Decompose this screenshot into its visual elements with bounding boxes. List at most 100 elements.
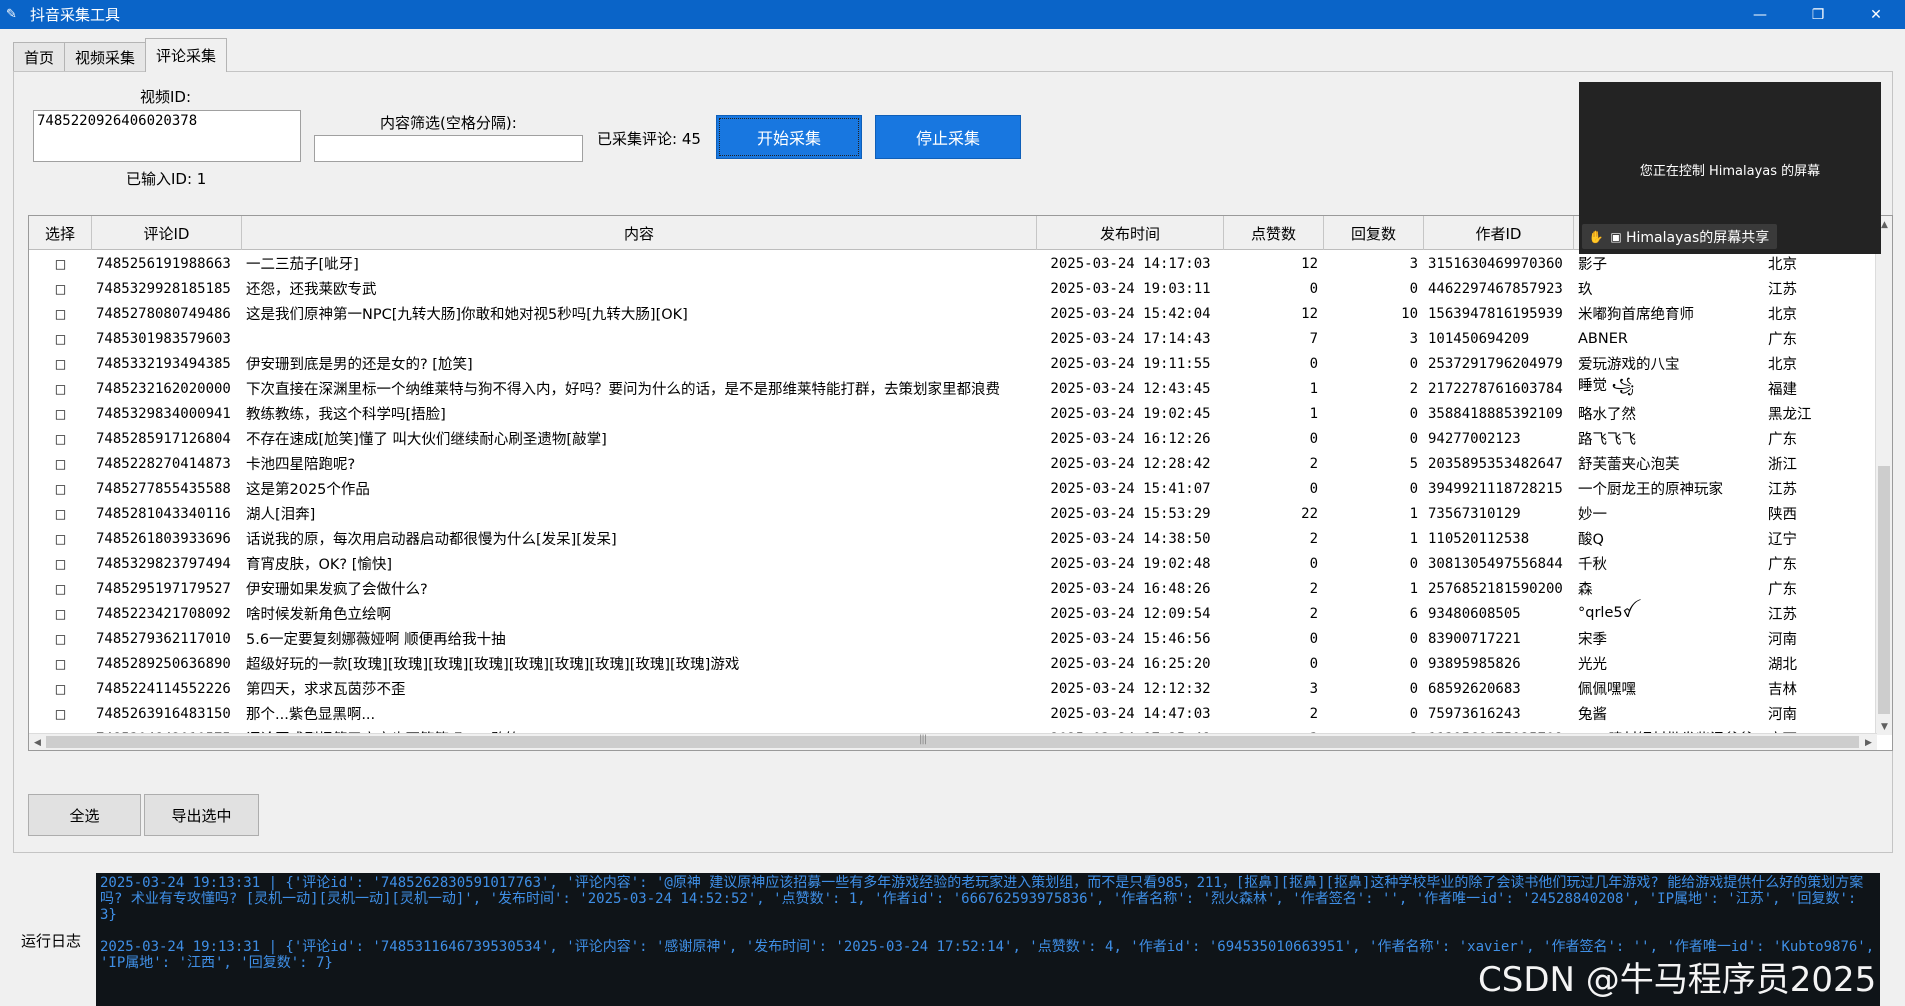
content-cell: 啥时候发新角色立绘啊	[246, 607, 391, 623]
tab-comment-collect[interactable]: 评论采集	[145, 38, 228, 72]
checkbox[interactable]: □	[29, 282, 92, 296]
table-row[interactable]: □ 7485223421708092 啥时候发新角色立绘啊 2025-03-24 12…	[29, 601, 1877, 626]
table-row[interactable]: □ 7485261803933696 话说我的原，每次用启动器启动都很慢为什么[发呆…	[29, 526, 1877, 551]
control-message: 您正在控制 Himalayas 的屏幕	[1639, 164, 1821, 179]
author-name-cell: 一个厨龙王的原神玩家	[1578, 482, 1723, 498]
col-select[interactable]: 选择	[29, 216, 92, 250]
replies-cell: 0	[1409, 680, 1418, 697]
likes-cell: 1	[1309, 380, 1318, 397]
filter-input[interactable]	[314, 135, 583, 162]
checkbox[interactable]: □	[29, 382, 92, 396]
likes-cell: 7	[1309, 330, 1318, 347]
col-likes[interactable]: 点赞数	[1224, 216, 1324, 250]
comment-id-cell: 7485285917126804	[96, 430, 231, 447]
table-row[interactable]: □ 7485278080749486 这是我们原神第一NPC[九转大肠]你敢和她对视…	[29, 301, 1877, 326]
tab-home[interactable]: 首页	[13, 42, 66, 72]
maximize-button[interactable]: ❐	[1789, 0, 1847, 29]
content-cell: 下次直接在深渊里标一个纳维莱特与狗不得入内，好吗？要问为什么的话，是不是那维莱特…	[246, 382, 1000, 398]
checkbox[interactable]: □	[29, 682, 92, 696]
vertical-scrollbar[interactable]: ▲ ▼	[1875, 216, 1892, 735]
table-row[interactable]: □ 7485295197179527 伊安珊如果发疯了会做什么? 2025-03-24…	[29, 576, 1877, 601]
table-row[interactable]: □ 7485285917126804 不存在速成[尬笑]懂了 叫大伙们继续耐心刷圣遗…	[29, 426, 1877, 451]
vertical-scroll-thumb[interactable]	[1878, 466, 1890, 714]
select-all-button[interactable]: 全选	[28, 794, 141, 836]
content-cell: 教练教练，我这个科学吗[捂脸]	[246, 407, 446, 423]
table-row[interactable]: □ 7485263916483150 那个...紫色显黑啊... 2025-03-24…	[29, 701, 1877, 726]
checkbox[interactable]: □	[29, 307, 92, 321]
checkbox[interactable]: □	[29, 457, 92, 471]
likes-cell: 12	[1301, 305, 1318, 322]
publish-time-cell: 2025-03-24 16:25:20	[1050, 655, 1211, 672]
horizontal-scrollbar[interactable]: ◀ ||| ▶	[29, 733, 1877, 750]
table-row[interactable]: □ 7485224114552226 第四天，求求瓦茵莎不歪 2025-03-24 1…	[29, 676, 1877, 701]
close-button[interactable]: ✕	[1847, 0, 1905, 29]
horizontal-scroll-thumb[interactable]	[46, 736, 1859, 748]
stop-collect-button[interactable]: 停止采集	[875, 115, 1021, 159]
ip-cell: 湖北	[1768, 657, 1797, 673]
start-collect-button[interactable]: 开始采集	[716, 115, 862, 159]
checkbox[interactable]: □	[29, 257, 92, 271]
ip-cell: 江苏	[1768, 282, 1797, 298]
video-id-input[interactable]: 7485220926406020378	[33, 110, 301, 162]
publish-time-cell: 2025-03-24 17:14:43	[1050, 330, 1211, 347]
table-row[interactable]: □ 7485289250636890 超级好玩的一款[玫瑰][玫瑰][玫瑰][玫瑰]…	[29, 651, 1877, 676]
comment-id-cell: 7485295197179527	[96, 580, 231, 597]
scroll-down-icon[interactable]: ▼	[1876, 718, 1892, 735]
ip-cell: 陕西	[1768, 507, 1797, 523]
col-publish-time[interactable]: 发布时间	[1037, 216, 1224, 250]
checkbox[interactable]: □	[29, 332, 92, 346]
checkbox[interactable]: □	[29, 482, 92, 496]
scroll-right-icon[interactable]: ▶	[1860, 734, 1877, 750]
checkbox[interactable]: □	[29, 407, 92, 421]
hand-slash-icon[interactable]: ✋	[1586, 230, 1606, 244]
author-name-cell: 睡觉 ꧁	[1578, 377, 1635, 394]
scroll-grip-icon: |||	[919, 734, 927, 745]
table-row[interactable]: □ 7485279362117010 5.6一定要复刻娜薇娅啊 顺便再给我十抽 202…	[29, 626, 1877, 651]
replies-cell: 0	[1409, 705, 1418, 722]
table-row[interactable]: □ 7485277855435588 这是第2025个作品 2025-03-24 15…	[29, 476, 1877, 501]
comment-id-cell: 7485224114552226	[96, 680, 231, 697]
checkbox[interactable]: □	[29, 707, 92, 721]
scroll-left-icon[interactable]: ◀	[29, 734, 46, 750]
minimize-button[interactable]: —	[1731, 0, 1789, 29]
table-row[interactable]: □ 7485332193494385 伊安珊到底是男的还是女的? [尬笑] 2025-…	[29, 351, 1877, 376]
author-name-cell: 佩佩嘿嘿	[1578, 682, 1636, 698]
table-row[interactable]: □ 7485301983579603 2025-03-24 17:14:43 7 3 10…	[29, 326, 1877, 351]
col-author-id[interactable]: 作者ID	[1424, 216, 1574, 250]
screen-share-overlay: 您正在控制 Himalayas 的屏幕 ✋ ▣ Himalayas的屏幕共享	[1579, 82, 1881, 254]
comment-id-cell: 7485277855435588	[96, 480, 231, 497]
likes-cell: 0	[1309, 555, 1318, 572]
table-row[interactable]: □ 7485256191988663 一二三茄子[呲牙] 2025-03-24 14:…	[29, 251, 1877, 276]
checkbox[interactable]: □	[29, 607, 92, 621]
publish-time-cell: 2025-03-24 12:09:54	[1050, 605, 1211, 622]
export-selected-button[interactable]: 导出选中	[144, 794, 259, 836]
checkbox[interactable]: □	[29, 532, 92, 546]
checkbox[interactable]: □	[29, 657, 92, 671]
author-name-cell: 玖	[1578, 282, 1593, 298]
table-row[interactable]: □ 7485228270414873 卡池四星陪跑呢? 2025-03-24 12:2…	[29, 451, 1877, 476]
checkbox[interactable]: □	[29, 582, 92, 596]
table-row[interactable]: □ 7485232162020000 下次直接在深渊里标一个纳维莱特与狗不得入内，好…	[29, 376, 1877, 401]
author-id-cell: 2537291796204979	[1428, 355, 1563, 372]
ip-cell: 北京	[1768, 257, 1797, 273]
likes-cell: 2	[1309, 605, 1318, 622]
content-cell: 这是我们原神第一NPC[九转大肠]你敢和她对视5秒吗[九转大肠][OK]	[246, 307, 688, 323]
table-row[interactable]: □ 7485281043340116 湖人[泪奔] 2025-03-24 15:53:…	[29, 501, 1877, 526]
checkbox[interactable]: □	[29, 357, 92, 371]
col-comment-id[interactable]: 评论ID	[92, 216, 242, 250]
checkbox[interactable]: □	[29, 632, 92, 646]
publish-time-cell: 2025-03-24 16:48:26	[1050, 580, 1211, 597]
table-body: □ 7485256191988663 一二三茄子[呲牙] 2025-03-24 14:…	[29, 251, 1877, 750]
table-row[interactable]: □ 7485329928185185 还怨，还我莱欧专武 2025-03-24 19:…	[29, 276, 1877, 301]
checkbox[interactable]: □	[29, 507, 92, 521]
col-replies[interactable]: 回复数	[1324, 216, 1424, 250]
col-content[interactable]: 内容	[242, 216, 1037, 250]
tab-video-collect[interactable]: 视频采集	[64, 42, 147, 72]
table-row[interactable]: □ 7485329823797494 育宵皮肤，OK? [愉快] 2025-03-24…	[29, 551, 1877, 576]
author-name-cell: 影子	[1578, 257, 1607, 273]
checkbox[interactable]: □	[29, 432, 92, 446]
screen-share-bar[interactable]: ✋ ▣ Himalayas的屏幕共享	[1582, 224, 1778, 249]
author-name-cell: 森	[1578, 582, 1593, 598]
table-row[interactable]: □ 7485329834000941 教练教练，我这个科学吗[捂脸] 2025-03-…	[29, 401, 1877, 426]
checkbox[interactable]: □	[29, 557, 92, 571]
